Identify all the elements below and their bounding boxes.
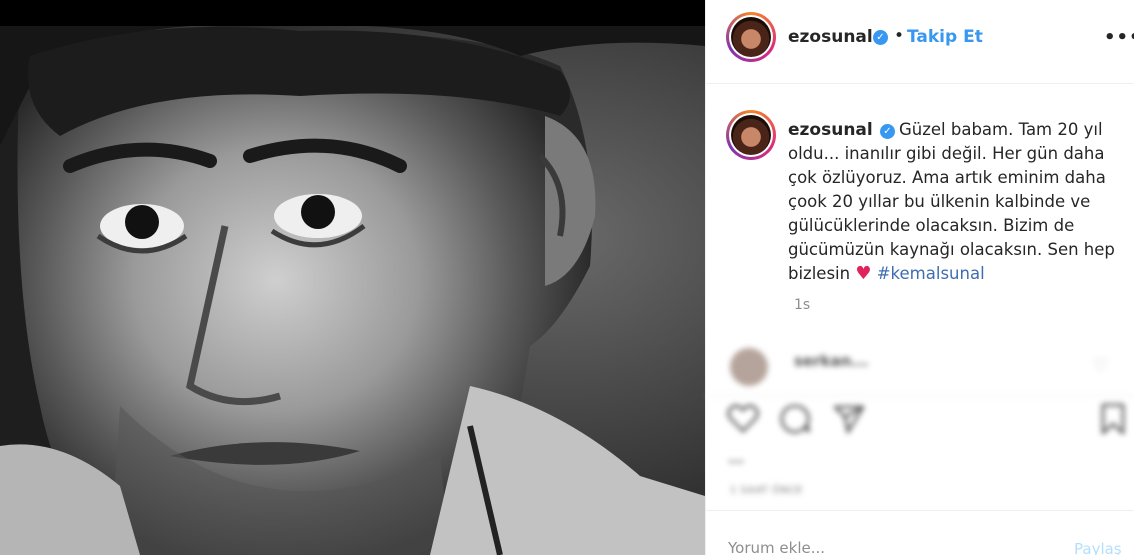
action-bar <box>706 395 1134 443</box>
comment-input[interactable] <box>728 539 1028 555</box>
post-time-label[interactable]: 1 SAAT ÖNCE <box>730 485 803 496</box>
commenter-avatar[interactable] <box>730 348 768 386</box>
author-avatar[interactable] <box>726 12 776 62</box>
more-options-icon[interactable]: ••• <box>1104 27 1134 48</box>
red-heart-emoji-icon: ♥ <box>855 263 872 284</box>
post-photo-panel <box>0 0 705 555</box>
hashtag-link[interactable]: #kemalsunal <box>877 264 985 283</box>
caption-timestamp[interactable]: 1s <box>794 297 810 313</box>
likes-summary[interactable]: ... <box>728 451 744 467</box>
post-header: ezosunal ✓ • Takip Et ••• <box>706 0 1134 84</box>
post-side-panel: ezosunal ✓ • Takip Et ••• ezosunal ✓Güze… <box>705 0 1134 555</box>
caption-body: Güzel babam. Tam 20 yıl oldu... inanılır… <box>788 120 1115 283</box>
verified-badge-icon: ✓ <box>873 30 888 45</box>
comment-bubble-icon[interactable] <box>778 402 812 436</box>
separator-dot: • <box>894 26 905 46</box>
add-comment-box: Paylaş <box>706 510 1134 555</box>
bookmark-icon[interactable] <box>1096 402 1130 436</box>
post-comment-button[interactable]: Paylaş <box>1074 540 1122 555</box>
post-caption: ezosunal ✓ Güzel babam. Tam 20 yıl oldu..… <box>706 84 1134 340</box>
heart-icon[interactable] <box>726 402 760 436</box>
comment-like-icon[interactable]: ♡ <box>1093 356 1108 376</box>
verified-badge-icon: ✓ <box>879 124 895 139</box>
caption-text: ezosunal ✓ Güzel babam. Tam 20 yıl oldu..… <box>788 118 1118 286</box>
post-photo[interactable] <box>0 26 705 555</box>
author-username[interactable]: ezosunal <box>788 27 873 47</box>
caption-username[interactable]: ezosunal <box>788 120 873 140</box>
caption-author-avatar[interactable] <box>726 110 776 160</box>
commenter-username[interactable]: serkan... <box>794 352 868 370</box>
paper-plane-icon[interactable] <box>832 402 866 436</box>
follow-button[interactable]: Takip Et <box>907 27 983 47</box>
photo-top-bar <box>0 0 705 26</box>
comment-row: serkan... ♡ <box>706 340 1134 395</box>
